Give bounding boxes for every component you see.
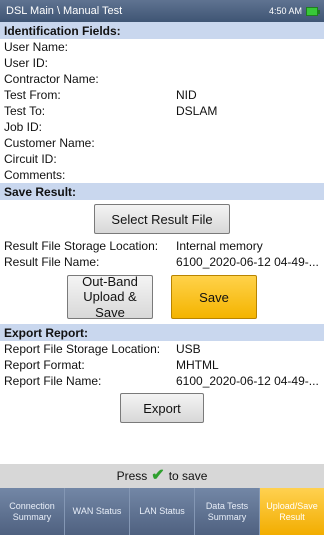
bottom-tab-bar: Connection Summary WAN Status LAN Status … [0,488,324,535]
outband-upload-save-button[interactable]: Out-Band Upload & Save [67,273,153,320]
tab-label: Summary [12,511,52,522]
report-storage-location-row: Report File Storage Location: USB [0,341,324,357]
result-storage-location-value: Internal memory [176,239,263,253]
field-label: Circuit ID: [4,152,57,166]
select-file-row: Select Result File [0,200,324,238]
checkmark-icon: ✔ [151,467,165,484]
report-format-value: MHTML [176,358,219,372]
outband-button-line2: Upload & Save [83,289,137,320]
result-storage-location-label: Result File Storage Location: [4,239,159,253]
tab-label: LAN Status [139,506,185,517]
press-hint-suffix: to save [168,469,208,483]
field-circuit-id[interactable]: Circuit ID: [0,151,324,167]
field-comments[interactable]: Comments: [0,167,324,183]
save-buttons-row: Out-Band Upload & Save Save [0,270,324,324]
tab-upload-save-result[interactable]: Upload/Save Result [260,488,324,535]
field-test-to[interactable]: Test To: DSLAM [0,103,324,119]
field-label: User ID: [4,56,49,70]
field-value: DSLAM [176,104,218,118]
field-user-id[interactable]: User ID: [0,55,324,71]
field-test-from[interactable]: Test From: NID [0,87,324,103]
report-storage-location-value: USB [176,342,201,356]
field-user-name[interactable]: User Name: [0,39,324,55]
tab-connection-summary[interactable]: Connection Summary [0,488,65,535]
field-label: Job ID: [4,120,43,134]
field-customer-name[interactable]: Customer Name: [0,135,324,151]
field-label: Test From: [4,88,61,102]
field-value: NID [176,88,197,102]
field-label: Comments: [4,168,66,182]
tab-label: Result [279,511,305,522]
report-file-name-value: 6100_2020-06-12 04-49-... [176,374,319,388]
tab-label: Data Tests [205,501,249,512]
field-contractor-name[interactable]: Contractor Name: [0,71,324,87]
press-hint-prefix: Press [116,469,148,483]
identification-section-header: Identification Fields: [0,22,324,39]
field-label: Test To: [4,104,46,118]
clock: 4:50 AM [268,6,302,16]
tab-data-tests-summary[interactable]: Data Tests Summary [195,488,260,535]
report-format-row: Report Format: MHTML [0,357,324,373]
tab-lan-status[interactable]: LAN Status [130,488,195,535]
report-storage-location-label: Report File Storage Location: [4,342,161,356]
export-row: Export [0,389,324,427]
report-format-label: Report Format: [4,358,85,372]
window-title: DSL Main \ Manual Test [6,5,123,17]
report-file-name-row: Report File Name: 6100_2020-06-12 04-49-… [0,373,324,389]
tab-wan-status[interactable]: WAN Status [65,488,130,535]
tab-label: Connection [9,501,55,512]
main-content: Identification Fields: User Name: User I… [0,22,324,464]
field-job-id[interactable]: Job ID: [0,119,324,135]
outband-button-line1: Out-Band [82,273,138,289]
report-file-name-label: Report File Name: [4,374,102,388]
select-result-file-button[interactable]: Select Result File [94,204,230,234]
result-file-name-row: Result File Name: 6100_2020-06-12 04-49-… [0,254,324,270]
press-to-save-hint: Press ✔ to save [0,464,324,488]
export-button[interactable]: Export [120,393,204,423]
result-file-name-label: Result File Name: [4,255,100,269]
battery-icon [306,6,320,16]
tab-label: Summary [207,511,247,522]
tab-label: WAN Status [72,506,122,517]
result-storage-location-row: Result File Storage Location: Internal m… [0,238,324,254]
export-report-section-header: Export Report: [0,324,324,341]
field-label: Contractor Name: [4,72,99,86]
title-bar: DSL Main \ Manual Test 4:50 AM [0,0,324,22]
field-label: User Name: [4,40,69,54]
save-result-section-header: Save Result: [0,183,324,200]
field-label: Customer Name: [4,136,95,150]
result-file-name-value: 6100_2020-06-12 04-49-... [176,255,319,269]
tab-label: Upload/Save [266,501,318,512]
save-button[interactable]: Save [171,275,257,319]
